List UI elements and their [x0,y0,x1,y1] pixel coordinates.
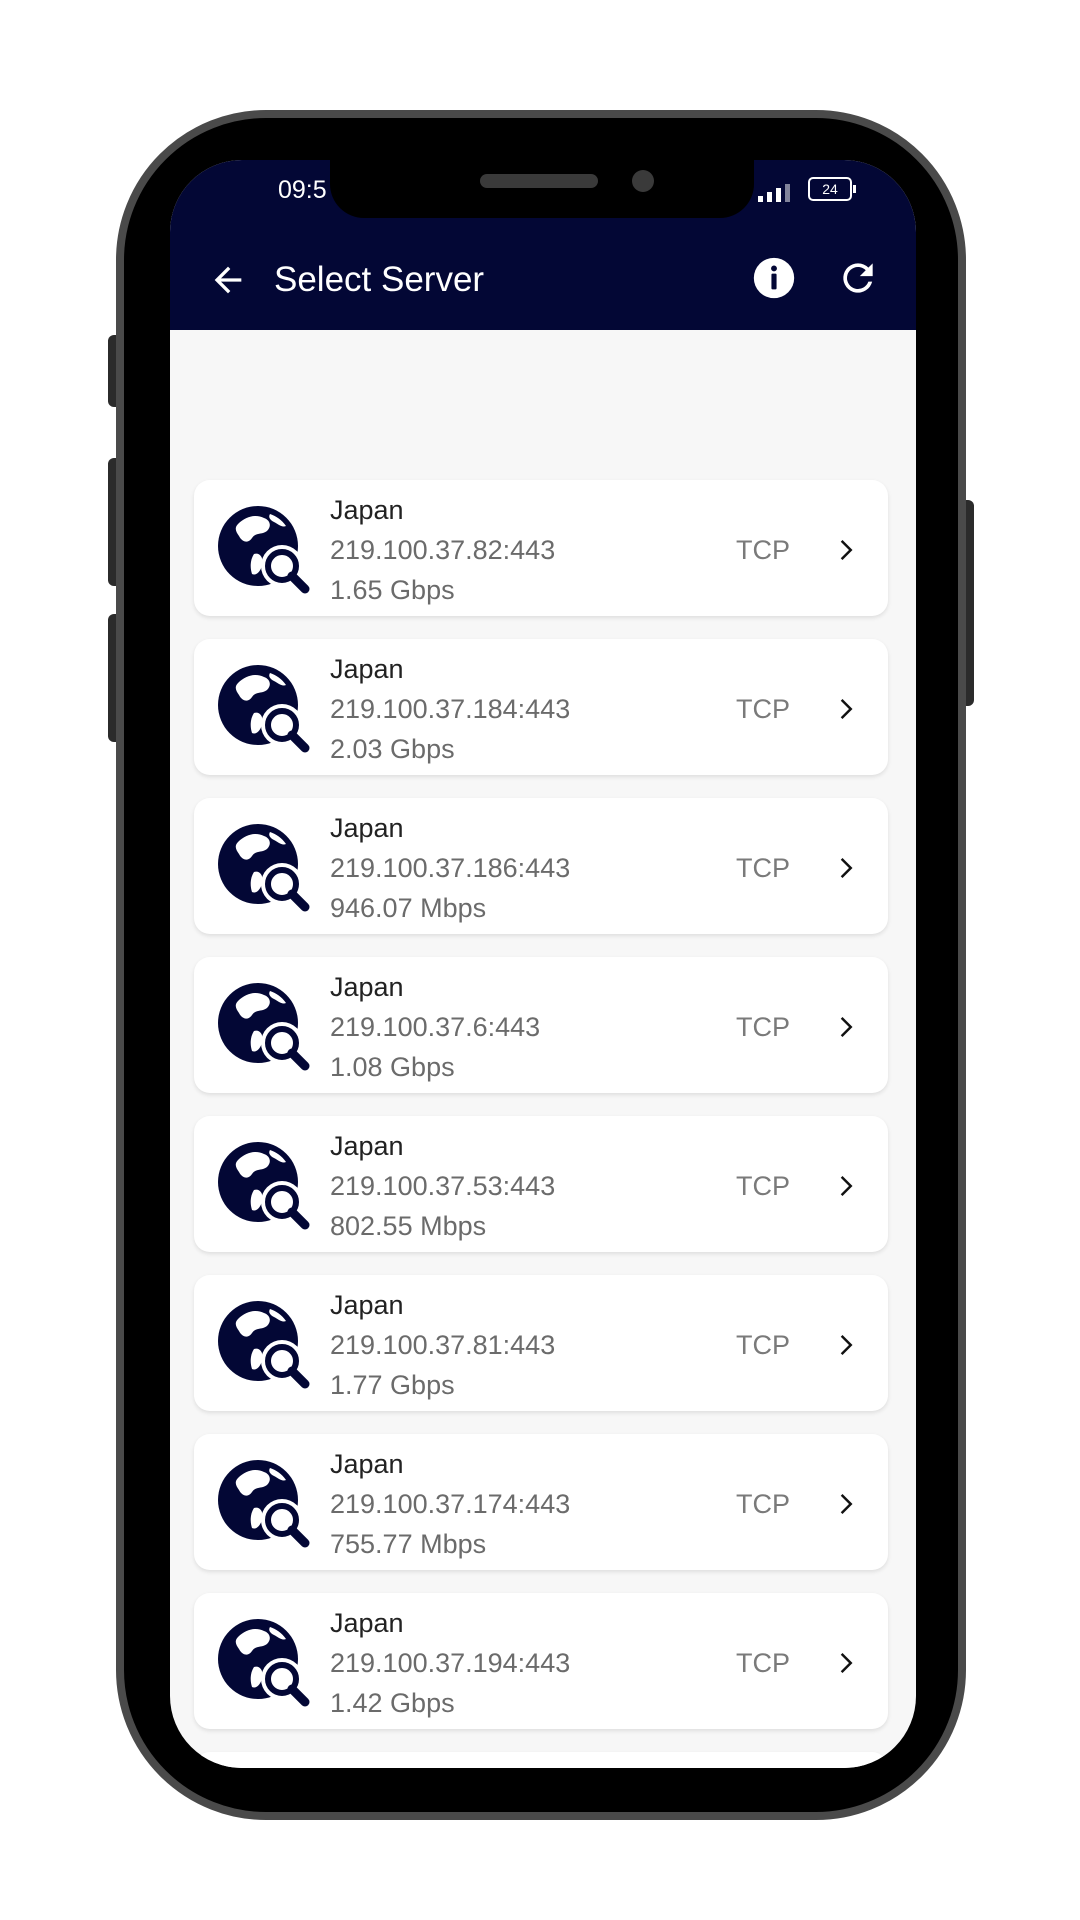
chevron-right-icon[interactable] [830,1011,860,1043]
server-speed: 1.08 Gbps [330,1052,455,1082]
server-speed: 1.65 Gbps [330,575,455,605]
server-ip: 219.100.37.194:443 [330,1648,571,1678]
server-ip: 219.100.37.174:443 [330,1489,571,1519]
server-speed: 1.42 Gbps [330,1688,455,1718]
server-speed: 755.77 Mbps [330,1529,487,1559]
server-country: Japan [330,1608,404,1638]
battery-icon: 24 [808,177,856,201]
server-card[interactable]: Japan 219.100.37.194:443 1.42 Gbps TCP [194,1593,888,1729]
globe-search-icon [218,1619,310,1707]
server-country: Japan [330,1449,404,1479]
server-card[interactable]: Japan 219.100.37.81:443 1.77 Gbps TCP [194,1275,888,1411]
refresh-icon[interactable] [836,256,880,300]
server-speed: 2.03 Gbps [330,734,455,764]
speaker-grille [480,174,598,188]
server-country: Japan [330,1131,404,1161]
server-protocol: TCP [736,853,790,883]
server-country: Japan [330,813,404,843]
server-ip: 219.100.37.6:443 [330,1012,541,1042]
server-card[interactable]: Japan 219.100.37.6:443 1.08 Gbps TCP [194,957,888,1093]
server-card[interactable]: Japan 219.100.37.174:443 755.77 Mbps TCP [194,1434,888,1570]
chevron-right-icon[interactable] [830,534,860,566]
globe-search-icon [218,1142,310,1230]
server-protocol: TCP [736,694,790,724]
server-country: Japan [330,654,404,684]
chevron-right-icon[interactable] [830,852,860,884]
chevron-right-icon[interactable] [830,1329,860,1361]
arrow-left-icon[interactable] [208,260,248,300]
page-title: Select Server [274,260,485,299]
chevron-right-icon[interactable] [830,693,860,725]
globe-search-icon [218,1460,310,1548]
server-card-partial[interactable] [194,1752,888,1768]
globe-search-icon [218,824,310,912]
server-ip: 219.100.37.82:443 [330,535,556,565]
server-speed: 946.07 Mbps [330,893,487,923]
chevron-right-icon[interactable] [830,1488,860,1520]
server-protocol: TCP [736,1489,790,1519]
phone-screen: 09:5 24 Select Server Japan 219.100.37.8… [170,160,916,1768]
globe-search-icon [218,1301,310,1389]
info-icon[interactable] [752,256,796,300]
server-speed: 802.55 Mbps [330,1211,487,1241]
server-country: Japan [330,1290,404,1320]
server-protocol: TCP [736,1330,790,1360]
server-protocol: TCP [736,1171,790,1201]
server-protocol: TCP [736,1648,790,1678]
server-protocol: TCP [736,535,790,565]
server-country: Japan [330,495,404,525]
globe-search-icon [218,983,310,1071]
signal-icon [758,182,790,202]
server-card[interactable]: Japan 219.100.37.186:443 946.07 Mbps TCP [194,798,888,934]
server-card[interactable]: Japan 219.100.37.53:443 802.55 Mbps TCP [194,1116,888,1252]
globe-search-icon [218,506,310,594]
server-country: Japan [330,972,404,1002]
server-ip: 219.100.37.53:443 [330,1171,556,1201]
app-bar: Select Server [170,230,916,330]
server-card[interactable]: Japan 219.100.37.184:443 2.03 Gbps TCP [194,639,888,775]
server-protocol: TCP [736,1012,790,1042]
server-speed: 1.77 Gbps [330,1370,455,1400]
server-ip: 219.100.37.186:443 [330,853,571,883]
server-ip: 219.100.37.81:443 [330,1330,556,1360]
front-camera [632,170,654,192]
chevron-right-icon[interactable] [830,1170,860,1202]
globe-search-icon [218,665,310,753]
chevron-right-icon[interactable] [830,1647,860,1679]
server-card[interactable]: Japan 219.100.37.82:443 1.65 Gbps TCP [194,480,888,616]
phone-notch [330,160,754,218]
server-ip: 219.100.37.184:443 [330,694,571,724]
status-time: 09:5 [278,176,327,204]
